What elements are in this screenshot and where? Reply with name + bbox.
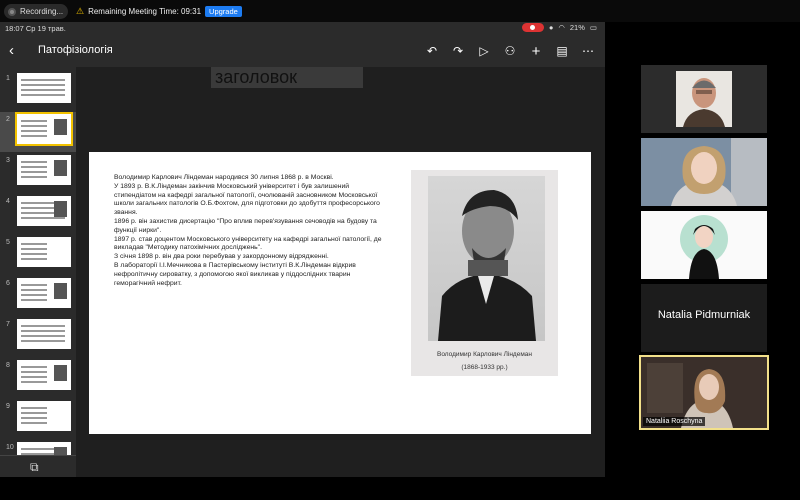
screen-record-icon — [521, 23, 544, 32]
slide-thumbnail-9[interactable]: 9 — [0, 399, 76, 439]
slide-preview — [15, 112, 73, 146]
participant-name: Nataliia Roschyna — [643, 417, 706, 426]
slide-thumbnail-7[interactable]: 7 — [0, 317, 76, 357]
battery-icon: ▭ — [589, 23, 597, 32]
portrait-card[interactable]: Володимир Карлович Ліндеман (1868-1933 р… — [411, 170, 558, 376]
participant-name: Natalia Pidmurniak — [657, 309, 751, 321]
participant-tile-4[interactable]: Natalia Pidmurniak — [641, 284, 767, 352]
slide-thumbnail-4[interactable]: 4 — [0, 194, 76, 234]
status-date: Ср 19 трав. — [25, 24, 66, 33]
slide-number: 4 — [6, 198, 10, 205]
slide-preview — [17, 73, 71, 103]
sidebar-footer: ⧉ — [0, 455, 76, 477]
slide-number: 3 — [6, 157, 10, 164]
participant-tile-2[interactable] — [641, 138, 767, 206]
portrait-photo — [428, 176, 545, 341]
slide-thumbnails: 1 2 3 4 5 6 7 8 9 10 — [0, 67, 76, 472]
slide-preview — [17, 319, 71, 349]
mic-icon: ● — [548, 23, 554, 32]
slide-number: 6 — [6, 280, 10, 287]
redo-icon[interactable]: ↷ — [449, 42, 467, 60]
slide-thumbnail-2[interactable]: 2 — [0, 112, 76, 152]
participant-tile-1[interactable] — [641, 65, 767, 133]
add-person-icon[interactable]: ⚇ — [501, 42, 519, 60]
undo-icon[interactable]: ↶ — [423, 42, 441, 60]
wifi-icon: ◠ — [558, 23, 565, 32]
participant-avatar — [641, 211, 767, 279]
slide-thumbnail-6[interactable]: 6 — [0, 276, 76, 316]
participant-video — [641, 138, 767, 206]
status-time: 18:07 — [5, 24, 24, 33]
slide-body-text[interactable]: Володимир Карлович Ліндеман народився 30… — [114, 174, 384, 288]
back-arrow-icon[interactable]: ‹ — [9, 42, 23, 60]
caption-years: (1868-1933 рр.) — [461, 364, 508, 371]
comment-icon[interactable]: ▤ — [553, 42, 571, 60]
present-icon[interactable]: ⧉ — [30, 460, 46, 474]
caption-name: Володимир Карлович Ліндеман — [436, 351, 533, 358]
participant-tile-3[interactable] — [641, 211, 767, 279]
slide-preview — [17, 278, 71, 308]
document-title: Патофізіологія — [38, 44, 113, 56]
slide-thumbnail-1[interactable]: 1 — [0, 71, 76, 111]
battery-label: 21% — [569, 23, 585, 32]
meeting-top-bar: Recording... ⚠ Remaining Meeting Time: 0… — [0, 0, 800, 22]
slide-number: 10 — [6, 444, 14, 451]
slide-number: 7 — [6, 321, 10, 328]
previous-slide-title: заголовок — [211, 67, 363, 88]
recording-indicator[interactable]: Recording... — [4, 4, 68, 19]
more-icon[interactable]: ⋯ — [579, 42, 597, 60]
tablet-status-bar: 18:07 Ср 19 трав. ● ◠ 21% ▭ — [0, 22, 605, 36]
slide-number: 9 — [6, 403, 10, 410]
timer-label: Remaining Meeting Time: 09:31 — [88, 7, 202, 16]
warning-icon: ⚠ — [76, 6, 85, 16]
slide-number: 1 — [6, 75, 10, 82]
play-icon[interactable]: ▷ — [475, 42, 493, 60]
record-icon — [8, 7, 16, 16]
slide-thumbnail-8[interactable]: 8 — [0, 358, 76, 398]
participant-video — [676, 71, 732, 127]
plus-icon[interactable]: + — [527, 42, 545, 60]
upgrade-button[interactable]: Upgrade — [205, 6, 242, 17]
slide-preview — [17, 401, 71, 431]
meeting-timer: ⚠ Remaining Meeting Time: 09:31 Upgrade — [76, 6, 242, 17]
slide-thumbnail-3[interactable]: 3 — [0, 153, 76, 193]
recording-label: Recording... — [20, 7, 64, 16]
slide-preview — [17, 360, 71, 390]
shared-screen: 18:07 Ср 19 трав. ● ◠ 21% ▭ ‹ Патофізіол… — [0, 22, 605, 477]
slide-number: 8 — [6, 362, 10, 369]
current-slide[interactable]: Володимир Карлович Ліндеман народився 30… — [89, 152, 591, 434]
slide-thumbnail-5[interactable]: 5 — [0, 235, 76, 275]
slide-number: 5 — [6, 239, 10, 246]
slide-number: 2 — [6, 116, 10, 123]
portrait-caption: Володимир Карлович Ліндеман (1868-1933 р… — [411, 348, 558, 374]
slide-preview — [17, 155, 71, 185]
slide-canvas: заголовок Володимир Карлович Ліндеман на… — [76, 67, 605, 477]
app-toolbar: ‹ Патофізіологія ↶ ↷ ▷ ⚇ + ▤ ⋯ — [0, 36, 605, 66]
slide-preview — [17, 196, 71, 226]
participant-tile-5[interactable]: Nataliia Roschyna — [639, 355, 769, 430]
slide-preview — [17, 237, 71, 267]
